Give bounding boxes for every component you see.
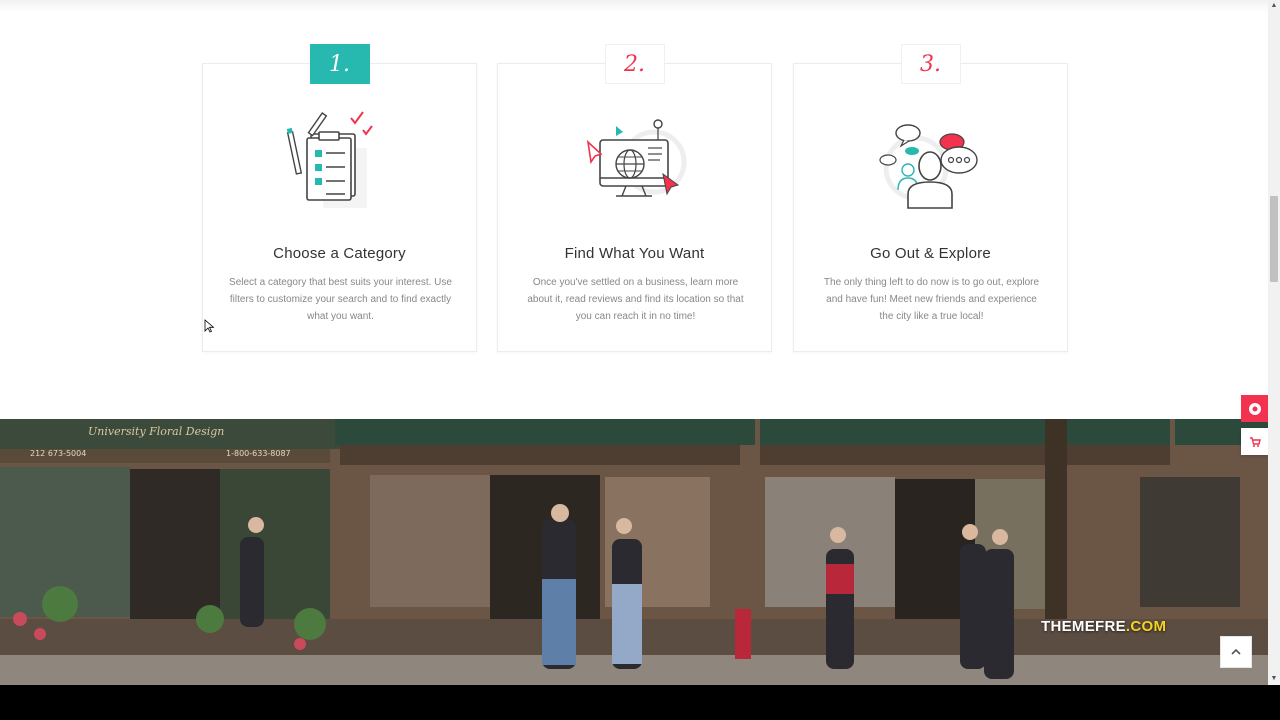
chevron-up-icon (1231, 648, 1241, 655)
step-card-1: 1. Choose a Category Select a category t… (202, 44, 477, 352)
watermark-text: THEMEFRE (1041, 618, 1126, 635)
checklist-icon (286, 111, 373, 208)
mouse-cursor-icon (204, 319, 214, 333)
back-to-top-button[interactable] (1220, 636, 1252, 668)
scroll-up-arrow-icon[interactable]: ▲ (1268, 0, 1280, 12)
scroll-down-arrow-icon[interactable]: ▼ (1268, 673, 1280, 685)
step-number-3: 3. (900, 44, 961, 84)
step-title-2: Find What You Want (564, 245, 705, 262)
map-pin-icon (1248, 402, 1261, 415)
step-card-2: 2. Find What You Want Once you've settle… (497, 44, 772, 352)
cart-icon (1249, 436, 1261, 447)
cart-button[interactable] (1241, 428, 1268, 455)
vertical-scrollbar[interactable]: ▲ ▼ (1268, 0, 1280, 685)
step-title-1: Choose a Category (273, 245, 406, 262)
scrollbar-thumb[interactable] (1270, 196, 1278, 282)
step-description-3: The only thing left to do now is to go o… (823, 277, 1040, 322)
header-shadow (0, 0, 1268, 12)
step-number-2: 2. (604, 44, 665, 84)
watermark-suffix: .COM (1125, 618, 1167, 635)
step-description-1: Select a category that best suits your i… (229, 277, 452, 322)
watermark: THEMEFRE.COM (1041, 618, 1166, 635)
page: 1. Choose a Category Select a category t… (0, 0, 1268, 685)
step-number-1: 1. (309, 44, 370, 84)
step-title-3: Go Out & Explore (870, 245, 991, 262)
shop-sign: University Floral Design (88, 425, 224, 438)
globe-monitor-icon (586, 119, 686, 197)
shop-phone-left: 212 673-5004 (30, 449, 86, 458)
step-description-2: Once you've settled on a business, learn… (527, 277, 744, 322)
map-pin-button[interactable] (1241, 395, 1268, 422)
people-chat-icon (878, 124, 978, 209)
step-card-3: 3. Go Out & Explore The only thing left … (793, 44, 1068, 352)
storefront-photo: University Floral Design 212 673-5004 1-… (0, 419, 1268, 685)
shop-phone-right: 1-800-633-8087 (226, 449, 291, 458)
street-scene-image: University Floral Design 212 673-5004 1-… (0, 419, 1268, 685)
